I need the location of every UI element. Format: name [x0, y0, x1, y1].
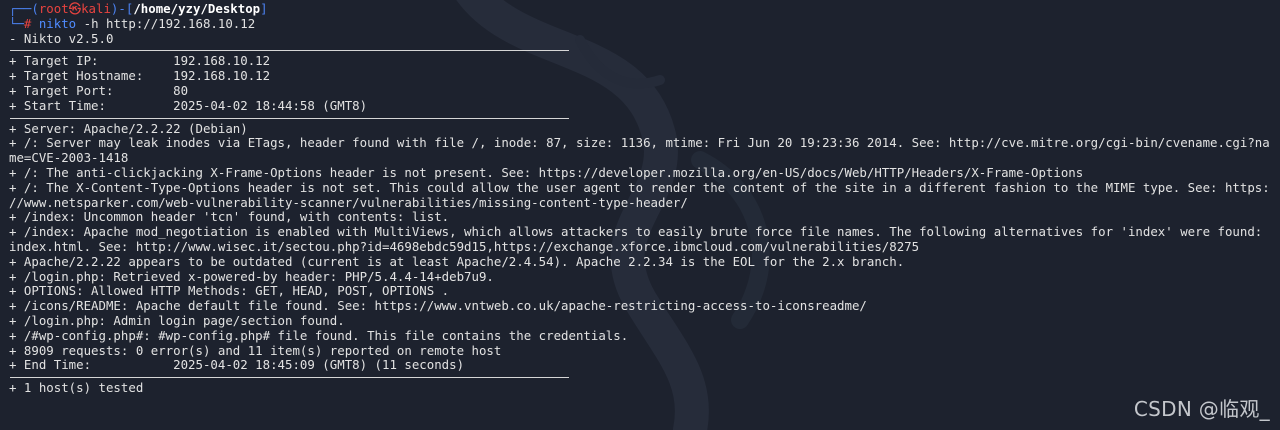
finding-line: me=CVE-2003-1418: [9, 151, 129, 166]
finding-line: + /icons/README: Apache default file fou…: [9, 299, 867, 314]
summary-line: + 1 host(s) tested: [9, 381, 144, 396]
separator-rule: [10, 377, 569, 379]
finding-line: + 8909 requests: 0 error(s) and 11 item(…: [9, 343, 502, 358]
finding-line: + /: Server may leak inodes via ETags, h…: [9, 136, 1270, 151]
version-line: - Nikto v2.5.0: [9, 31, 114, 46]
prompt-symbol: #: [23, 16, 39, 31]
prompt-host: kali: [81, 2, 111, 16]
target-line: + Target IP: 192.168.10.12: [9, 54, 271, 69]
prompt-close-bracket: ]: [260, 2, 268, 16]
prompt-user: root: [38, 2, 69, 16]
finding-line: + /index: Apache mod_negotiation is enab…: [9, 225, 1263, 240]
finding-line: + /: The X-Content-Type-Options header i…: [9, 180, 1270, 195]
command-line[interactable]: └─# nikto -h http://192.168.10.12: [0, 17, 1280, 32]
finding-line: + /index: Uncommon header 'tcn' found, w…: [9, 210, 450, 225]
terminal-window[interactable]: ┌──(root㉿kali)-[/home/yzy/Desktop] └─# n…: [0, 0, 1280, 430]
separator-rule: [10, 50, 569, 52]
prompt-corner-top: ┌──(: [9, 2, 39, 16]
finding-line: index.html. See: http://www.wisec.it/sec…: [9, 239, 920, 254]
prompt-header: ┌──(root㉿kali)-[/home/yzy/Desktop]: [0, 2, 1280, 17]
prompt-separator: )-[: [110, 2, 134, 16]
target-line: + Target Port: 80: [9, 83, 189, 98]
command-name: nikto: [38, 16, 77, 31]
finding-line: + /#wp-config.php#: #wp-config.php# file…: [9, 328, 629, 343]
finding-line: + Server: Apache/2.2.22 (Debian): [9, 121, 248, 136]
prompt-at-symbol: ㉿: [68, 2, 82, 16]
end-time-line: + End Time: 2025-04-02 18:45:09 (GMT8) (…: [9, 358, 465, 373]
finding-line: + /login.php: Retrieved x-powered-by hea…: [9, 269, 494, 284]
prompt-corner-bottom: └─: [9, 16, 24, 31]
target-line: + Target Hostname: 192.168.10.12: [9, 69, 271, 84]
finding-line: + /: The anti-clickjacking X-Frame-Optio…: [9, 165, 1084, 180]
finding-line: //www.netsparker.com/web-vulnerability-s…: [9, 195, 688, 210]
target-line: + Start Time: 2025-04-02 18:44:58 (GMT8): [9, 98, 368, 113]
csdn-watermark: CSDN @临观_: [1133, 397, 1270, 421]
finding-line: + Apache/2.2.22 appears to be outdated (…: [9, 254, 905, 269]
separator-rule: [10, 117, 569, 119]
prompt-path: /home/yzy/Desktop: [133, 2, 261, 16]
finding-line: + OPTIONS: Allowed HTTP Methods: GET, HE…: [9, 284, 450, 299]
command-args: -h http://192.168.10.12: [76, 16, 256, 31]
finding-line: + /login.php: Admin login page/section f…: [9, 313, 345, 328]
